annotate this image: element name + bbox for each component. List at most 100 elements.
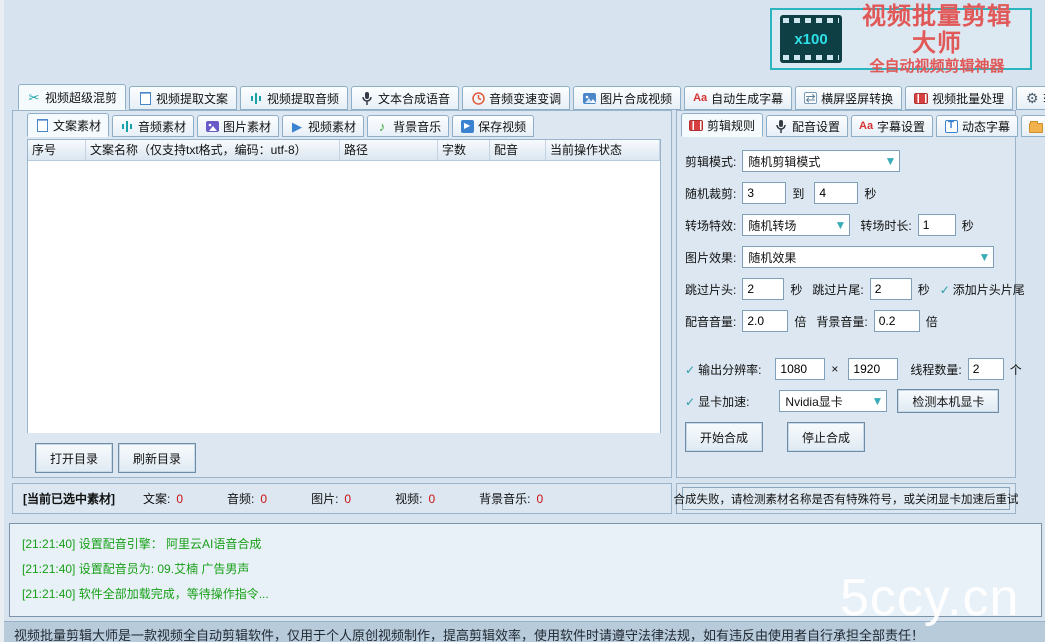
random-cut-to-input[interactable] [814, 182, 858, 204]
chevron-down-icon: ▼ [978, 250, 990, 264]
tab-edit-rules[interactable]: 剪辑规则 [681, 113, 763, 137]
table-header: 序号 文案名称（仅支持txt格式，编码：utf-8） 路径 字数 配音 当前操作… [28, 140, 660, 161]
col-name: 文案名称（仅支持txt格式，编码：utf-8） [86, 140, 340, 160]
col-index: 序号 [28, 140, 86, 160]
times-label: 倍 [794, 313, 806, 330]
app-logo: x100 视频批量剪辑大师 全自动视频剪辑神器 [770, 8, 1032, 70]
random-cut-from-input[interactable] [742, 182, 786, 204]
refresh-directory-button[interactable]: 刷新目录 [118, 443, 196, 473]
col-path: 路径 [340, 140, 438, 160]
selection-video-count: 视频:0 [395, 490, 435, 507]
tab-video-extract-text[interactable]: 视频提取文案 [129, 86, 237, 110]
film-icon [914, 93, 928, 104]
voice-volume-label: 配音音量: [685, 313, 736, 330]
transition-label: 转场特效: [685, 217, 736, 234]
random-cut-label: 随机裁剪: [685, 185, 736, 202]
document-icon [140, 92, 151, 105]
tab-save-video[interactable]: ▶ 保存视频 [452, 115, 534, 137]
threads-input[interactable] [968, 358, 1004, 380]
skip-outro-input[interactable] [870, 278, 912, 300]
tab-auto-subtitles[interactable]: Aa 自动生成字幕 [684, 86, 792, 110]
stop-compose-button[interactable]: 停止合成 [787, 422, 865, 452]
tab-label: 剪辑规则 [707, 117, 755, 134]
tab-batch-process[interactable]: 视频批量处理 [905, 86, 1013, 110]
tab-label: 视频素材 [308, 118, 356, 135]
app-subtitle: 全自动视频剪辑神器 [852, 58, 1022, 75]
skip-intro-input[interactable] [742, 278, 784, 300]
output-width-input[interactable] [775, 358, 825, 380]
film-icon [689, 120, 703, 131]
output-height-input[interactable] [848, 358, 898, 380]
tab-label: 自动生成字幕 [711, 90, 783, 107]
tab-image-material[interactable]: 图片素材 [197, 115, 279, 137]
tab-video-super-mix[interactable]: ✂ 视频超级混剪 [18, 84, 126, 110]
text-t-icon: T [945, 120, 958, 133]
chevron-down-icon: ▼ [872, 394, 884, 408]
selection-audio-count: 音频:0 [227, 490, 267, 507]
tab-label: 图片合成视频 [600, 90, 672, 107]
clip-mode-select[interactable]: 随机剪辑模式 ▼ [742, 150, 900, 172]
settings-panel: 剪辑规则 配音设置 Aa 字幕设置 T 动态字幕 素材目录 剪辑模式: [676, 110, 1016, 478]
tab-voice-settings[interactable]: 配音设置 [766, 115, 848, 137]
bg-volume-input[interactable] [874, 310, 920, 332]
tab-label: 图片素材 [223, 118, 271, 135]
main-tab-bar: ✂ 视频超级混剪 视频提取文案 视频提取音频 文本合成语音 音频变速变调 图片合… [18, 84, 1045, 110]
start-compose-button[interactable]: 开始合成 [685, 422, 763, 452]
image-icon [582, 91, 596, 105]
tab-video-extract-audio[interactable]: 视频提取音频 [240, 86, 348, 110]
tab-video-material[interactable]: ▶ 视频素材 [282, 115, 364, 137]
check-icon: ✓ [685, 363, 695, 377]
detect-gpu-button[interactable]: 检测本机显卡 [897, 389, 999, 413]
tab-label: 音频变速变调 [489, 90, 561, 107]
tab-subtitle-settings[interactable]: Aa 字幕设置 [851, 115, 933, 137]
text-material-table[interactable]: 序号 文案名称（仅支持txt格式，编码：utf-8） 路径 字数 配音 当前操作… [27, 139, 661, 433]
log-output[interactable]: [21:21:40] 设置配音引擎： 阿里云AI语音合成 [21:21:40] … [9, 523, 1042, 617]
transition-duration-input[interactable] [918, 214, 956, 236]
times-label: 倍 [926, 313, 938, 330]
tab-settings[interactable]: ⚙ 软件参数设置 [1016, 86, 1045, 110]
selection-title: [当前已选中素材] [23, 490, 115, 507]
tab-audio-speed-pitch[interactable]: 音频变速变调 [462, 86, 570, 110]
tab-label: 视频提取音频 [267, 90, 339, 107]
skip-outro-label: 跳过片尾: [812, 281, 863, 298]
tab-label: 横屏竖屏转换 [821, 90, 893, 107]
tab-label: 文本合成语音 [378, 90, 450, 107]
tab-label: 音频素材 [138, 118, 186, 135]
gpu-select[interactable]: Nvidia显卡 ▼ [779, 390, 887, 412]
tab-label: 背景音乐 [393, 118, 441, 135]
tab-image-to-video[interactable]: 图片合成视频 [573, 86, 681, 110]
skip-intro-label: 跳过片头: [685, 281, 736, 298]
voice-volume-input[interactable] [742, 310, 788, 332]
to-label: 到 [792, 185, 804, 202]
tab-material-directory[interactable]: 素材目录 [1021, 115, 1045, 137]
play-icon: ▶ [290, 119, 304, 133]
gpu-accel-checkbox[interactable]: ✓显卡加速: [685, 393, 749, 410]
log-line: [21:21:40] 设置配音引擎： 阿里云AI语音合成 [22, 532, 1029, 557]
selection-bgm-count: 背景音乐:0 [479, 490, 543, 507]
log-line: [21:21:40] 设置配音员为: 09.艾楠 广告男声 [22, 557, 1029, 582]
tab-dynamic-subtitles[interactable]: T 动态字幕 [936, 115, 1018, 137]
tab-label: 文案素材 [53, 117, 101, 134]
rotate-icon: ⇄ [804, 92, 817, 104]
threads-label: 线程数量: [910, 361, 961, 378]
selection-image-count: 图片:0 [311, 490, 351, 507]
image-effect-select[interactable]: 随机效果 ▼ [742, 246, 994, 268]
add-intro-outro-checkbox[interactable]: ✓添加片头片尾 [940, 281, 1025, 298]
tab-landscape-portrait[interactable]: ⇄ 横屏竖屏转换 [795, 86, 902, 110]
col-words: 字数 [438, 140, 490, 160]
transition-select[interactable]: 随机转场 ▼ [742, 214, 850, 236]
multiply-label: × [831, 362, 838, 376]
col-status: 当前操作状态 [546, 140, 660, 160]
tab-label: 配音设置 [792, 118, 840, 135]
tab-text-material[interactable]: 文案素材 [27, 113, 109, 137]
tab-text-to-speech[interactable]: 文本合成语音 [351, 86, 459, 110]
play-box-icon: ▶ [461, 120, 474, 133]
folder-icon [1029, 123, 1043, 133]
compose-status-bar: 合成失败，请检测素材名称是否有特殊符号，或关闭显卡加速后重试 [676, 483, 1016, 514]
tab-background-music[interactable]: ♪ 背景音乐 [367, 115, 449, 137]
tab-audio-material[interactable]: 音频素材 [112, 115, 194, 137]
subtitle-aa-icon: Aa [859, 119, 873, 133]
table-body[interactable] [28, 161, 660, 433]
open-directory-button[interactable]: 打开目录 [35, 443, 113, 473]
output-resolution-checkbox[interactable]: ✓输出分辨率: [685, 361, 761, 378]
